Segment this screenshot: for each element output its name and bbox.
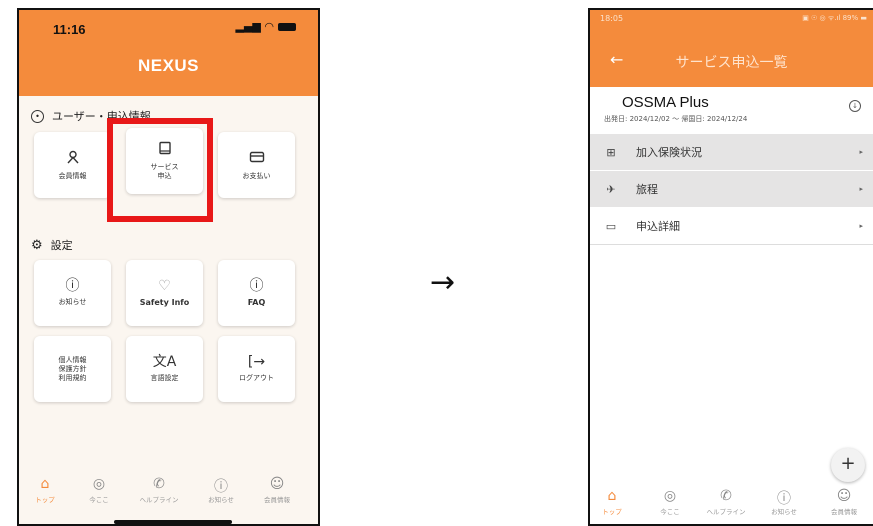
- right-phone-screen: 18:05 ▣ ☉ ◎ ᯤ.ıl 89% ▬ ← サービス申込一覧 OSSMA …: [588, 8, 873, 526]
- nav-notices[interactable]: ⓘ お知らせ: [193, 476, 249, 504]
- info-icon: ⓘ: [777, 491, 791, 507]
- tile-label: 会員情報: [58, 171, 87, 180]
- nav-helpline[interactable]: ✆ ヘルプライン: [131, 476, 187, 504]
- nav-here-now[interactable]: ◎ 今ここ: [71, 476, 127, 504]
- phone-icon: ✆: [720, 488, 732, 504]
- tile-label: お知らせ: [58, 298, 87, 306]
- heart-hands-icon: ♡: [158, 278, 171, 294]
- chevron-right-icon: ▸: [859, 222, 863, 230]
- nav-label: お知らせ: [771, 508, 797, 516]
- nav-label: トップ: [602, 508, 622, 516]
- plan-dates: 出発日: 2024/12/02 ～ 帰国日: 2024/12/24: [604, 115, 748, 123]
- highlight-box: [107, 118, 213, 222]
- battery-icon: [278, 22, 296, 31]
- location-pin-icon: ◎: [92, 476, 106, 492]
- tile-privacy-terms[interactable]: 個人情報 保護方針 利用規約: [34, 336, 111, 402]
- nav-helpline[interactable]: ✆ ヘルプライン: [698, 488, 754, 516]
- location-pin-icon: ◎: [663, 488, 677, 504]
- bottom-nav: ⌂ トップ ◎ 今ここ ✆ ヘルプライン ⓘ お知らせ ☺ 会員情報: [590, 484, 873, 524]
- page-title: サービス申込一覧: [675, 55, 788, 71]
- tile-member-info[interactable]: 会員情報: [34, 132, 111, 198]
- status-time: 11:16: [53, 22, 86, 37]
- user-circle-icon: •: [31, 109, 44, 123]
- section-settings: ⚙ 設定: [31, 237, 73, 253]
- signal-wifi-icon: ▂▄▆ ◠: [235, 20, 274, 33]
- bottom-nav: ⌂ トップ ◎ 今ここ ✆ ヘルプライン ⓘ お知らせ ☺ 会員情報: [19, 466, 318, 524]
- home-icon: ⌂: [607, 488, 617, 504]
- phone-icon: ✆: [153, 476, 165, 492]
- info-icon: ⓘ: [65, 278, 80, 294]
- user-circle-icon: ☺: [269, 476, 285, 492]
- home-icon: ⌂: [40, 476, 50, 492]
- nav-member-info[interactable]: ☺ 会員情報: [816, 488, 872, 516]
- logout-icon: [→: [247, 354, 266, 370]
- row-application-details[interactable]: ▭ 申込詳細 ▸: [590, 208, 873, 245]
- info-icon: ⓘ: [214, 479, 228, 495]
- status-icons: ▂▄▆ ◠: [236, 20, 296, 33]
- book-icon: ▭: [605, 219, 617, 233]
- plan-card[interactable]: OSSMA Plus 出発日: 2024/12/02 ～ 帰国日: 2024/1…: [590, 94, 873, 132]
- add-button[interactable]: +: [831, 448, 865, 482]
- plus-box-icon: ⊞: [606, 145, 616, 159]
- status-icons: ▣ ☉ ◎ ᯤ.ıl 89% ▬: [802, 14, 867, 22]
- row-itinerary[interactable]: ✈ 旅程 ▸: [590, 171, 873, 208]
- nav-label: お知らせ: [208, 496, 234, 504]
- tile-label: ログアウト: [239, 374, 274, 382]
- tile-language[interactable]: 文A 言語設定: [126, 336, 203, 402]
- nav-label: ヘルプライン: [139, 496, 179, 504]
- left-phone-screen: 11:16 ▂▄▆ ◠ NEXUS • ユーザー・申込情報 会員情報 サービス …: [17, 8, 320, 526]
- nav-member-info[interactable]: ☺ 会員情報: [249, 476, 305, 504]
- tile-safety-info[interactable]: ♡ Safety Info: [126, 260, 203, 326]
- download-icon[interactable]: ↓: [849, 100, 861, 112]
- tile-notices[interactable]: ⓘ お知らせ: [34, 260, 111, 326]
- card-icon: [249, 150, 265, 167]
- transition-arrow: →: [430, 265, 456, 300]
- user-circle-icon: ☺: [836, 488, 852, 504]
- nav-top[interactable]: ⌂ トップ: [590, 488, 640, 516]
- question-icon: ⓘ: [249, 278, 264, 294]
- section-settings-label: 設定: [50, 239, 73, 252]
- row-label: 加入保険状況: [636, 146, 702, 159]
- tile-payment[interactable]: お支払い: [218, 132, 295, 198]
- plan-name: OSSMA Plus: [622, 94, 709, 111]
- tile-logout[interactable]: [→ ログアウト: [218, 336, 295, 402]
- nav-notices[interactable]: ⓘ お知らせ: [756, 488, 812, 516]
- row-label: 申込詳細: [636, 220, 680, 233]
- nav-label: ヘルプライン: [706, 508, 746, 516]
- home-indicator: [114, 520, 232, 524]
- tile-faq[interactable]: ⓘ FAQ: [218, 260, 295, 326]
- tile-label: 言語設定: [150, 374, 179, 382]
- chevron-right-icon: ▸: [859, 148, 863, 156]
- nav-label: 会員情報: [264, 496, 290, 504]
- tile-label: 個人情報 保護方針 利用規約: [58, 355, 87, 382]
- person-icon: [66, 150, 80, 167]
- nav-label: トップ: [35, 496, 55, 504]
- tile-label: Safety Info: [139, 298, 190, 307]
- chevron-right-icon: ▸: [859, 185, 863, 193]
- nav-here-now[interactable]: ◎ 今ここ: [642, 488, 698, 516]
- nav-label: 今ここ: [89, 496, 109, 504]
- app-header: 18:05 ▣ ☉ ◎ ᯤ.ıl 89% ▬ ← サービス申込一覧: [590, 10, 873, 87]
- tile-label: FAQ: [247, 298, 266, 307]
- app-title: NEXUS: [137, 56, 200, 75]
- row-insurance-status[interactable]: ⊞ 加入保険状況 ▸: [590, 134, 873, 171]
- nav-label: 会員情報: [831, 508, 857, 516]
- row-label: 旅程: [636, 183, 658, 196]
- plane-icon: ✈: [606, 182, 616, 196]
- translate-icon: 文A: [152, 354, 177, 370]
- nav-top[interactable]: ⌂ トップ: [19, 476, 73, 504]
- nav-label: 今ここ: [660, 508, 680, 516]
- app-header: 11:16 ▂▄▆ ◠ NEXUS: [19, 10, 318, 96]
- gear-icon: ⚙: [31, 237, 43, 253]
- status-time: 18:05: [600, 14, 624, 23]
- tile-label: お支払い: [242, 171, 271, 180]
